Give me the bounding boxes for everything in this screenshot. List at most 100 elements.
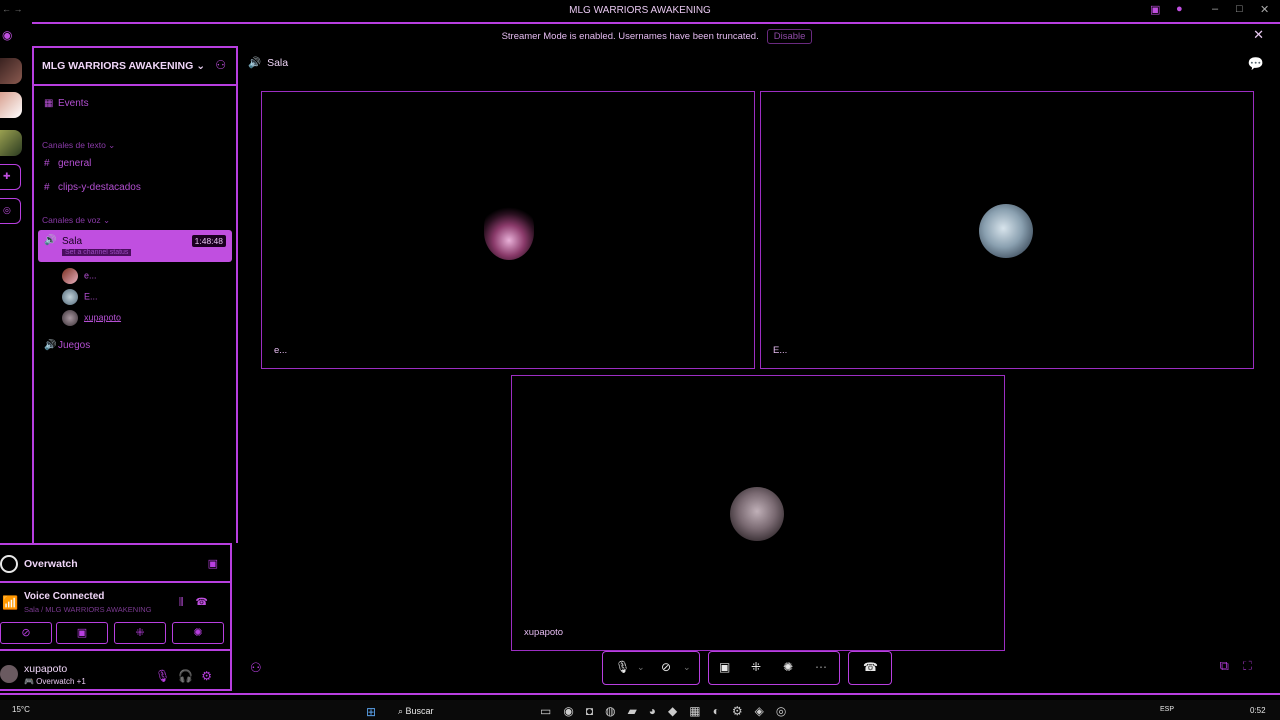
disconnect-button[interactable]: ☎ [848, 651, 892, 685]
channel-sidebar: MLG WARRIORS AWAKENING ⌄ ⚇ ▦ Events Canal… [32, 46, 238, 543]
streamer-mode-banner: Streamer Mode is enabled. Usernames have… [34, 24, 1280, 46]
app-icon[interactable]: ◆ [668, 704, 689, 718]
hangup-icon: ☎ [863, 660, 878, 674]
popout-icon[interactable]: ⧉ [1220, 658, 1243, 673]
screen-icon: ▣ [76, 627, 88, 639]
clock[interactable]: 0:52 [1250, 706, 1266, 715]
avatar [62, 310, 78, 326]
close-window-icon[interactable]: ✕ [1260, 3, 1269, 16]
avatar[interactable] [0, 665, 18, 683]
taskview-icon[interactable]: ▭ [540, 704, 563, 718]
guild-name: MLG WARRIORS AWAKENING [42, 60, 194, 72]
pinned-apps: ▭◉◘◍▰◕◆▦◐⚙◈◎ [540, 704, 798, 718]
disconnect-icon[interactable]: ☎ [196, 597, 220, 608]
sidebar-item-clips[interactable]: # clips-y-destacados [44, 182, 141, 193]
edge-icon[interactable]: ◐ [713, 704, 732, 718]
signal-icon[interactable]: 📶 [2, 595, 18, 611]
voice-channel-name: Sala [62, 236, 83, 247]
chat-bubble-icon[interactable]: 💬 [1248, 56, 1264, 72]
soundboard-button[interactable]: ✺ [172, 622, 224, 644]
screenshare-icon[interactable]: ▣ [719, 660, 730, 674]
discord-home-icon[interactable]: ◉ [0, 28, 21, 54]
events-label: Events [58, 98, 89, 109]
sidebar-item-sala[interactable]: 🔊 Sala 1:48:48 Set a channel status [38, 230, 232, 262]
soundboard-icon: ✺ [193, 627, 203, 639]
windows-start-icon[interactable]: ⊞ [366, 705, 390, 719]
speaker-icon: 🔊 [248, 57, 262, 69]
activities-button[interactable]: ⁜ [114, 622, 166, 644]
more-icon[interactable]: ⋯ [815, 660, 827, 674]
channel-title: Sala [267, 57, 289, 69]
chevron-down-icon[interactable]: ⌄ [637, 662, 645, 673]
invite-user-icon[interactable]: ⚇ [215, 58, 226, 72]
banner-message: Streamer Mode is enabled. Usernames have… [501, 31, 759, 42]
voice-member[interactable]: e... [62, 268, 97, 284]
stream-game-icon[interactable]: ▣ [208, 557, 218, 570]
video-tile[interactable]: xupapoto [511, 375, 1005, 651]
channel-status-input[interactable]: Set a channel status [62, 249, 132, 256]
activity-launcher-icon[interactable]: ⚇ [250, 660, 262, 676]
voice-member[interactable]: xupapoto [62, 310, 121, 326]
user-controls: 🎙🎧⚙ [155, 669, 220, 683]
steam-icon[interactable]: ◍ [605, 704, 627, 718]
headphones-icon[interactable]: 🎧 [178, 669, 201, 683]
server-icon[interactable] [0, 58, 22, 84]
voice-category[interactable]: Canales de voz ⌄ [42, 215, 110, 226]
share-group: ▣ ⁜ ✺ ⋯ [708, 651, 840, 685]
search-placeholder: Buscar [405, 706, 434, 716]
taskbar-apps: ⊞ [366, 705, 390, 719]
spotify-icon[interactable]: ◕ [649, 704, 668, 718]
member-name: xupapoto [84, 312, 122, 323]
discord-icon[interactable]: ◘ [586, 704, 605, 718]
gear-icon[interactable]: ⚙ [201, 669, 220, 683]
fullscreen-icon[interactable]: ⛶ [1243, 658, 1266, 673]
chrome-icon[interactable]: ◉ [563, 704, 585, 718]
title-bar: ← → MLG WARRIORS AWAKENING ▣ ● – □ ✕ [0, 0, 1280, 22]
user-status: 🎮 Overwatch +1 [24, 677, 86, 686]
text-category-label: Canales de texto [42, 140, 106, 150]
add-server-icon[interactable]: ✚ [0, 164, 21, 190]
overwatch-icon[interactable]: ◎ [776, 704, 798, 718]
maximize-icon[interactable]: □ [1236, 3, 1243, 15]
member-name: e... [84, 270, 97, 281]
close-banner-icon[interactable]: ✕ [1253, 27, 1264, 43]
minimize-icon[interactable]: – [1212, 3, 1218, 15]
sidebar-item-juegos[interactable]: 🔊 Juegos [44, 340, 90, 351]
taskbar-search[interactable]: ⌕ Buscar [398, 706, 528, 720]
mic-icon[interactable]: 🎙 [155, 669, 178, 683]
settings-icon[interactable]: ⚙ [732, 704, 755, 718]
video-tile[interactable]: e... [261, 91, 755, 369]
channel-label: Juegos [58, 340, 91, 351]
server-icon[interactable] [0, 92, 22, 118]
screenshare-button[interactable]: ▣ [56, 622, 108, 644]
hash-icon: # [44, 158, 50, 169]
weather-temp[interactable]: 15°C [12, 705, 30, 714]
voice-channel-path[interactable]: Sala / MLG WARRIORS AWAKENING [24, 605, 152, 614]
chevron-down-icon[interactable]: ⌄ [683, 662, 691, 673]
camera-off-icon[interactable]: ⊘ [661, 660, 671, 674]
soundboard-icon[interactable]: ✺ [783, 660, 793, 674]
mic-icon[interactable]: 🎙 [615, 660, 630, 674]
inbox-icon[interactable]: ▣ [1150, 3, 1160, 16]
folder-icon[interactable]: ▰ [628, 704, 649, 718]
activities-icon[interactable]: ⁜ [751, 660, 761, 674]
voice-member[interactable]: E... [62, 289, 98, 305]
sidebar-item-general[interactable]: # general [44, 158, 91, 169]
text-category[interactable]: Canales de texto ⌄ [42, 140, 115, 151]
calculator-icon[interactable]: ▦ [689, 704, 712, 718]
username: xupapoto [24, 663, 68, 675]
language-indicator[interactable]: ESP [1160, 706, 1174, 713]
video-tile[interactable]: E... [760, 91, 1254, 369]
guild-header[interactable]: MLG WARRIORS AWAKENING ⌄ [42, 60, 205, 72]
camera-button[interactable]: ⊘ [0, 622, 52, 644]
server-icon[interactable] [0, 130, 22, 156]
noise-suppression-icon[interactable]: ⫼ [179, 597, 196, 608]
explore-icon[interactable]: ◎ [0, 198, 21, 224]
avatar [62, 268, 78, 284]
disable-streamer-button[interactable]: Disable [766, 29, 813, 44]
app-icon[interactable]: ◈ [755, 704, 776, 718]
sidebar-item-events[interactable]: ▦ Events [44, 98, 89, 109]
voice-actions: ⫼☎ [179, 597, 220, 608]
help-icon[interactable]: ● [1176, 3, 1183, 15]
participant-name: e... [274, 345, 288, 356]
